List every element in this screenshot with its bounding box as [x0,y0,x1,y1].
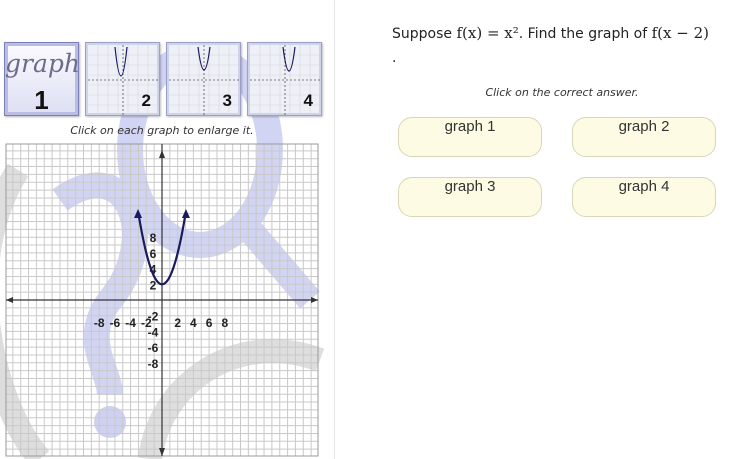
question-prefix: Suppose [392,26,457,42]
y-tick-label: 8 [150,231,157,245]
graph-word-label: graph [5,49,80,78]
answer-graph-4-button[interactable]: graph 4 [572,177,716,217]
x-tick-label: -6 [110,316,121,330]
graph-thumbnails: graph 1 2 3 4 [4,42,322,118]
y-tick-label: -6 [148,341,159,355]
x-tick-label: -8 [94,316,105,330]
thumbnail-number: 3 [222,91,232,110]
question-text: Suppose f(x) = x². Find the graph of f(x… [392,21,732,70]
x-tick-label: 4 [190,316,197,330]
thumbnail-graph-3[interactable]: 3 [166,42,241,116]
enlarged-graph[interactable]: -8 -6 -4 -2 2 4 6 88642-2-4-6-8 [0,138,324,459]
y-tick-label: -2 [148,310,159,324]
target-function: f(x − 2) [651,24,709,42]
thumbnail-number: 4 [303,91,313,110]
x-tick-label: 8 [221,316,228,330]
graph-panel: graph 1 2 3 4 Click on each graph to enl… [0,0,334,459]
question-end: . [392,50,397,66]
x-tick-label: 6 [206,316,213,330]
answer-graph-1-button[interactable]: graph 1 [398,117,542,157]
thumbnail-graph-1[interactable]: graph 1 [4,42,80,116]
panel-divider [334,0,335,459]
question-middle: . Find the graph of [518,26,652,42]
y-tick-label: -8 [148,357,159,371]
given-function: f(x) = x² [456,24,519,42]
thumbnail-graph-2[interactable]: 2 [85,42,160,116]
enlarge-hint: Click on each graph to enlarge it. [70,124,254,137]
thumbnail-number: 1 [34,85,49,115]
x-axis-arrow [311,297,318,303]
axes [6,144,318,456]
y-axis-arrow [159,448,165,456]
tick-labels: -8 -6 -4 -2 2 4 6 88642-2-4-6-8 [94,231,229,371]
x-tick-label: 2 [174,316,181,330]
y-tick-label: 6 [150,247,157,261]
answer-graph-3-button[interactable]: graph 3 [398,177,542,217]
thumbnail-number: 2 [141,91,151,110]
x-axis-arrow [6,297,13,303]
answer-instruction: Click on the correct answer. [485,86,639,99]
x-tick-label: -4 [125,316,136,330]
y-tick-label: -4 [148,325,159,339]
thumbnail-graph-4[interactable]: 4 [247,42,322,116]
answer-graph-2-button[interactable]: graph 2 [572,117,716,157]
